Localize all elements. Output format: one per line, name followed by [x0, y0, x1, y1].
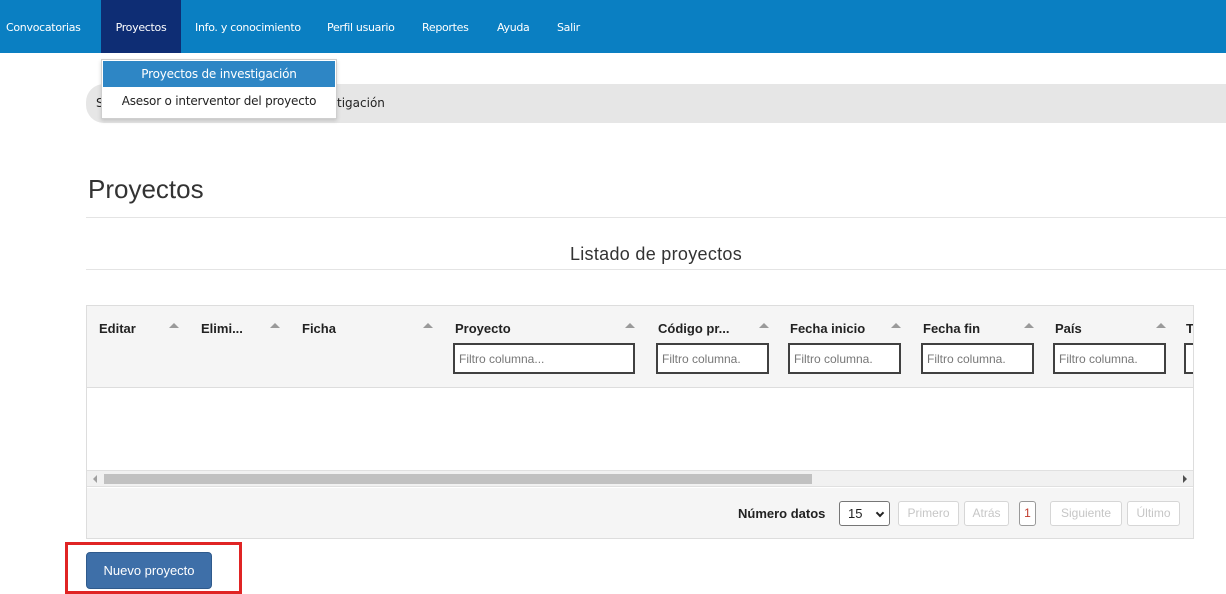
menu-item-proyectos-investigacion[interactable]: Proyectos de investigación: [103, 61, 335, 87]
column-header-eliminar[interactable]: Elimi...: [201, 321, 243, 336]
horizontal-scrollbar[interactable]: [87, 470, 1193, 487]
sort-arrow-icon[interactable]: [169, 323, 179, 328]
nav-item-proyectos[interactable]: Proyectos: [101, 0, 181, 53]
section-subtitle: Listado de proyectos: [569, 244, 743, 264]
column-header-fecha-fin[interactable]: Fecha fin: [923, 321, 980, 336]
sort-arrow-icon[interactable]: [270, 323, 280, 328]
filter-input-codigo[interactable]: [656, 343, 769, 374]
grid-pager: Número datos 15 Primero Atrás 1 Siguient…: [87, 488, 1193, 538]
subtitle-divider: [86, 269, 1226, 270]
filter-input-pais[interactable]: [1053, 343, 1166, 374]
nav-item-reportes[interactable]: Reportes: [422, 0, 469, 53]
scroll-left-arrow-icon[interactable]: [93, 475, 97, 483]
top-nav-bar: Convocatorias Proyectos Info. y conocimi…: [0, 0, 1226, 53]
nav-item-salir[interactable]: Salir: [557, 0, 580, 53]
filter-input-truncated[interactable]: [1184, 343, 1193, 374]
first-page-button[interactable]: Primero: [898, 501, 959, 526]
nav-item-info-conocimiento[interactable]: Info. y conocimiento: [195, 0, 301, 53]
chevron-down-icon: [875, 508, 885, 518]
proyectos-dropdown-menu: Proyectos de investigación Asesor o inte…: [101, 59, 337, 119]
filter-input-proyecto[interactable]: [453, 343, 635, 374]
sort-arrow-icon[interactable]: [625, 323, 635, 328]
menu-item-asesor-interventor[interactable]: Asesor o interventor del proyecto: [103, 88, 335, 114]
last-page-button[interactable]: Último: [1127, 501, 1180, 526]
scrollbar-thumb[interactable]: [104, 474, 812, 484]
sort-arrow-icon[interactable]: [891, 323, 901, 328]
column-header-pais[interactable]: País: [1055, 321, 1082, 336]
sort-arrow-icon[interactable]: [1156, 323, 1166, 328]
page-size-label: Número datos: [738, 506, 826, 521]
nav-item-convocatorias[interactable]: Convocatorias: [6, 0, 81, 53]
scroll-right-arrow-icon[interactable]: [1183, 475, 1187, 483]
sort-arrow-icon[interactable]: [1024, 323, 1034, 328]
page-size-select[interactable]: 15: [839, 501, 890, 526]
prev-page-button[interactable]: Atrás: [964, 501, 1009, 526]
next-page-button[interactable]: Siguiente: [1050, 501, 1122, 526]
column-header-truncated[interactable]: T: [1186, 321, 1193, 336]
nav-item-perfil-usuario[interactable]: Perfil usuario: [327, 0, 395, 53]
breadcrumb-current: tigación: [337, 96, 385, 110]
page-title: Proyectos: [88, 174, 204, 204]
column-header-editar[interactable]: Editar: [99, 321, 136, 336]
column-header-fecha-inicio[interactable]: Fecha inicio: [790, 321, 865, 336]
grid-body-empty: [87, 389, 1193, 469]
column-header-proyecto[interactable]: Proyecto: [455, 321, 511, 336]
grid-header: Editar Elimi... Ficha Proyecto Código pr…: [87, 306, 1193, 388]
nav-item-ayuda[interactable]: Ayuda: [497, 0, 530, 53]
column-header-codigo[interactable]: Código pr...: [658, 321, 730, 336]
new-project-button[interactable]: Nuevo proyecto: [86, 552, 212, 589]
column-header-ficha[interactable]: Ficha: [302, 321, 336, 336]
title-divider: [86, 217, 1226, 218]
sort-arrow-icon[interactable]: [759, 323, 769, 328]
projects-grid: Editar Elimi... Ficha Proyecto Código pr…: [86, 305, 1194, 539]
sort-arrow-icon[interactable]: [423, 323, 433, 328]
page-size-value: 15: [848, 506, 863, 521]
current-page-button[interactable]: 1: [1019, 501, 1036, 526]
filter-input-fecha-fin[interactable]: [921, 343, 1034, 374]
filter-input-fecha-inicio[interactable]: [788, 343, 901, 374]
